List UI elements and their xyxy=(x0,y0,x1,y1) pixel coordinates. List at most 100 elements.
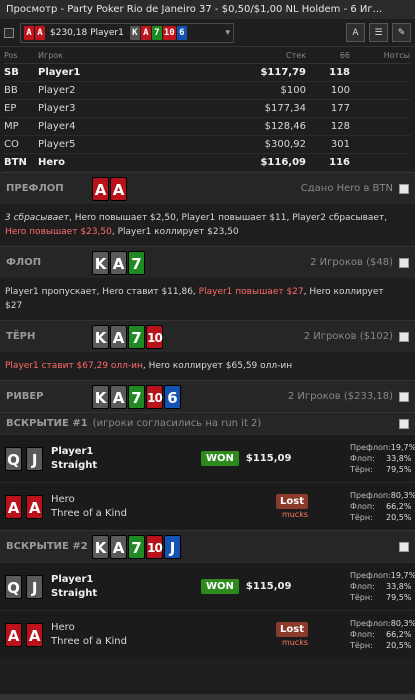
street-label: ПРЕФЛОП xyxy=(6,183,64,194)
won-amount: $115,09 xyxy=(245,581,292,592)
cell-pos: EP xyxy=(4,103,17,114)
street-label: ТЁРН xyxy=(6,331,36,342)
equity-stats: Префлоп: 80,3% Флоп: 66,2% Тёрн: 20,5% xyxy=(350,490,415,523)
stat-value: 33,8% xyxy=(386,582,412,591)
card: Q xyxy=(5,574,22,599)
cell-stack: $116,09 xyxy=(260,157,306,168)
card: K xyxy=(92,250,109,275)
street-label: РИВЕР xyxy=(6,391,44,402)
mini-card: K xyxy=(129,25,140,40)
hand-replayer-window: { "window": {"title": "Просмотр - Party … xyxy=(0,0,415,700)
flop-actions: Player1 пропускает, Hero ставит $11,86, … xyxy=(0,278,415,320)
card: A xyxy=(110,324,127,349)
cell-hands: 100 xyxy=(330,85,350,96)
table-row[interactable]: BB Player2 $100 100 xyxy=(4,82,411,100)
card: 10 xyxy=(146,384,163,409)
card: Q xyxy=(5,446,22,471)
players-table: Pos Игрок Стек 66 Нотсы SB Player1 $117,… xyxy=(0,47,415,172)
card: 7 xyxy=(128,384,145,409)
card: A xyxy=(5,494,22,519)
equity-stats: Префлоп: 19,7% Флоп: 33,8% Тёрн: 79,5% xyxy=(350,442,415,475)
stat-value: 19,7% xyxy=(390,571,415,580)
stat-value: 33,8% xyxy=(386,454,412,463)
window-title: Просмотр - Party Poker Rio de Janeiro 37… xyxy=(0,0,415,19)
mucks-label: mucks xyxy=(281,638,308,647)
showdown-checkbox[interactable] xyxy=(399,418,409,429)
street-checkbox[interactable] xyxy=(399,257,409,268)
action-text: , Player1 коллирует $23,50 xyxy=(111,227,239,237)
card: 7 xyxy=(128,250,145,275)
cell-hands: 128 xyxy=(330,121,350,132)
card: 10 xyxy=(146,534,163,559)
list-view-button[interactable]: ☰ xyxy=(369,23,388,42)
card: A xyxy=(5,622,22,647)
showdown-checkbox[interactable] xyxy=(399,541,409,552)
stat-label: Флоп: xyxy=(350,582,375,591)
stat-value: 80,3% xyxy=(390,491,415,500)
table-row[interactable]: CO Player5 $300,92 301 xyxy=(4,136,411,154)
street-checkbox[interactable] xyxy=(399,391,409,402)
bottom-scroll-area[interactable] xyxy=(0,694,415,700)
stat-label: Тёрн: xyxy=(350,465,373,474)
cell-stack: $100 xyxy=(280,85,306,96)
card: A xyxy=(110,534,127,559)
street-summary: 2 Игроков ($233,18) xyxy=(287,391,393,402)
card: A xyxy=(26,622,44,647)
stat-label: Тёрн: xyxy=(350,641,373,650)
cell-player: Player2 xyxy=(38,85,76,96)
showdown-player-row: A A Hero Three of a Kind Lost mucks Преф… xyxy=(0,610,415,658)
table-row[interactable]: MP Player4 $128,46 128 xyxy=(4,118,411,136)
card: K xyxy=(92,324,109,349)
preflop-section-header: ПРЕФЛОП A A Сдано Hero в BTN xyxy=(0,172,415,204)
showdown-label: ВСКРЫТИЕ #2 xyxy=(6,541,88,552)
showdown2-header: ВСКРЫТИЕ #2 K A 7 10 J xyxy=(0,530,415,562)
cell-pos: BB xyxy=(4,85,18,96)
street-label: ФЛОП xyxy=(6,257,42,268)
font-size-button[interactable]: A xyxy=(346,23,365,42)
card: 7 xyxy=(128,324,145,349)
won-badge: WON xyxy=(201,579,239,594)
stat-label: Тёрн: xyxy=(350,593,373,602)
card: 6 xyxy=(164,384,181,409)
card: A xyxy=(110,384,127,409)
stat-label: Флоп: xyxy=(350,502,375,511)
card: J xyxy=(26,574,44,599)
stat-label: Префлоп: xyxy=(350,491,391,500)
mini-card: 7 xyxy=(151,25,162,40)
street-checkbox[interactable] xyxy=(399,183,409,194)
cell-player: Player4 xyxy=(38,121,76,132)
turn-section-header: ТЁРН K A 7 10 2 Игроков ($102) xyxy=(0,320,415,352)
col-hands: 66 xyxy=(339,50,350,60)
action-text: $27 xyxy=(5,301,23,311)
player-name: Hero xyxy=(51,621,75,633)
hand-rank: Three of a Kind xyxy=(51,635,127,647)
card: K xyxy=(92,534,109,559)
player-name: Hero xyxy=(51,493,75,505)
table-row[interactable]: SB Player1 $117,79 118 xyxy=(4,64,411,82)
card: A xyxy=(92,176,109,201)
edit-pencil-icon[interactable]: ✎ xyxy=(392,23,411,42)
mini-card: 6 xyxy=(176,25,187,40)
preflop-actions: 3 сбрасывает, Hero повышает $2,50, Playe… xyxy=(0,204,415,246)
hand-selector-dropdown[interactable]: A A $230,18 Player1 K A 7 10 6 ▾ xyxy=(20,22,234,43)
table-row[interactable]: BTN Hero $116,09 116 xyxy=(4,154,411,172)
showdown-player-row: A A Hero Three of a Kind Lost mucks Преф… xyxy=(0,482,415,530)
table-row[interactable]: EP Player3 $177,34 177 xyxy=(4,100,411,118)
mini-card: A xyxy=(35,25,45,40)
stat-value: 66,2% xyxy=(386,502,412,511)
lost-badge: Lost xyxy=(276,494,308,509)
cell-hands: 301 xyxy=(330,139,350,150)
mini-card: A xyxy=(24,25,34,40)
stat-label: Флоп: xyxy=(350,630,375,639)
stat-value: 79,5% xyxy=(386,465,412,474)
action-text: Player1 пропускает, Hero ставит $11,86, xyxy=(5,287,199,297)
stat-label: Префлоп: xyxy=(350,619,391,628)
chevron-down-icon: ▾ xyxy=(225,27,230,38)
select-checkbox[interactable] xyxy=(4,27,14,38)
showdown-player-row: Q J Player1 Straight WON $115,09 Префлоп… xyxy=(0,562,415,610)
card: 7 xyxy=(128,534,145,559)
card: J xyxy=(26,446,44,471)
street-checkbox[interactable] xyxy=(399,331,409,342)
cell-stack: $177,34 xyxy=(264,103,306,114)
card: A xyxy=(110,250,127,275)
